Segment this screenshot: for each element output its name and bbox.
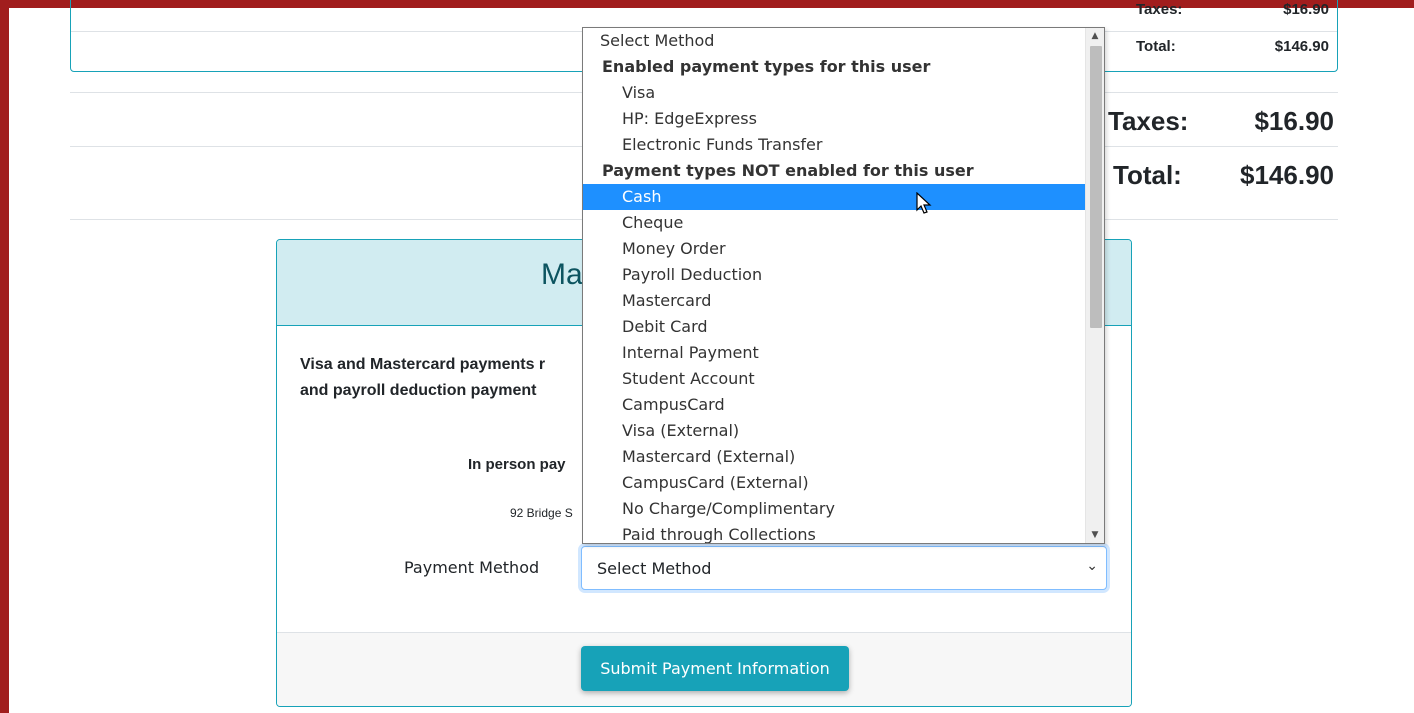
chevron-down-icon: ⌄: [1086, 558, 1098, 574]
option-campuscard[interactable]: CampusCard: [583, 392, 1087, 418]
option-campuscard-external[interactable]: CampusCard (External): [583, 470, 1087, 496]
address-text: 92 Bridge S: [510, 506, 573, 520]
option-paid-through-collections[interactable]: Paid through Collections: [583, 522, 1087, 543]
scrollbar-thumb[interactable]: [1090, 46, 1102, 328]
payment-method-select[interactable]: Select Method ⌄: [581, 546, 1107, 590]
dropdown-list: Select Method Enabled payment types for …: [583, 28, 1087, 543]
payment-method-label: Payment Method: [404, 558, 540, 577]
option-internal-payment[interactable]: Internal Payment: [583, 340, 1087, 366]
window-frame-left: [0, 0, 9, 713]
option-mastercard-external[interactable]: Mastercard (External): [583, 444, 1087, 470]
option-mastercard[interactable]: Mastercard: [583, 288, 1087, 314]
summary-taxes-value: $16.90: [1283, 1, 1329, 18]
option-student-account[interactable]: Student Account: [583, 366, 1087, 392]
option-money-order[interactable]: Money Order: [583, 236, 1087, 262]
taxes-value: $16.90: [1254, 106, 1334, 136]
select-value: Select Method: [597, 559, 712, 578]
summary-taxes-label: Taxes:: [1136, 1, 1183, 18]
option-debit-card[interactable]: Debit Card: [583, 314, 1087, 340]
optgroup-enabled: Enabled payment types for this user: [602, 57, 931, 76]
option-hp-edgeexpress[interactable]: HP: EdgeExpress: [583, 106, 1087, 132]
option-visa-external[interactable]: Visa (External): [583, 418, 1087, 444]
dropdown-scrollbar[interactable]: ▲ ▼: [1085, 28, 1104, 543]
option-placeholder[interactable]: Select Method: [583, 28, 1087, 54]
option-payroll-deduction[interactable]: Payroll Deduction: [583, 262, 1087, 288]
option-eft[interactable]: Electronic Funds Transfer: [583, 132, 1087, 158]
summary-total-label: Total:: [1136, 38, 1176, 55]
option-no-charge[interactable]: No Charge/Complimentary: [583, 496, 1087, 522]
submit-payment-button[interactable]: Submit Payment Information: [581, 646, 849, 691]
in-person-heading: In person pay: [468, 456, 566, 473]
scroll-down-arrow-icon[interactable]: ▼: [1086, 527, 1104, 543]
summary-total-value: $146.90: [1274, 38, 1329, 55]
taxes-label: Taxes:: [1108, 106, 1189, 136]
scroll-up-arrow-icon[interactable]: ▲: [1086, 28, 1104, 44]
mouse-cursor-icon: [916, 192, 932, 214]
total-label: Total:: [1113, 160, 1182, 190]
card-title: Ma: [541, 258, 583, 291]
option-cash[interactable]: Cash: [583, 184, 1087, 210]
option-visa[interactable]: Visa: [583, 80, 1087, 106]
total-value: $146.90: [1240, 160, 1334, 190]
optgroup-not-enabled: Payment types NOT enabled for this user: [602, 161, 974, 180]
option-cheque[interactable]: Cheque: [583, 210, 1087, 236]
payment-method-dropdown[interactable]: Select Method Enabled payment types for …: [582, 27, 1105, 544]
